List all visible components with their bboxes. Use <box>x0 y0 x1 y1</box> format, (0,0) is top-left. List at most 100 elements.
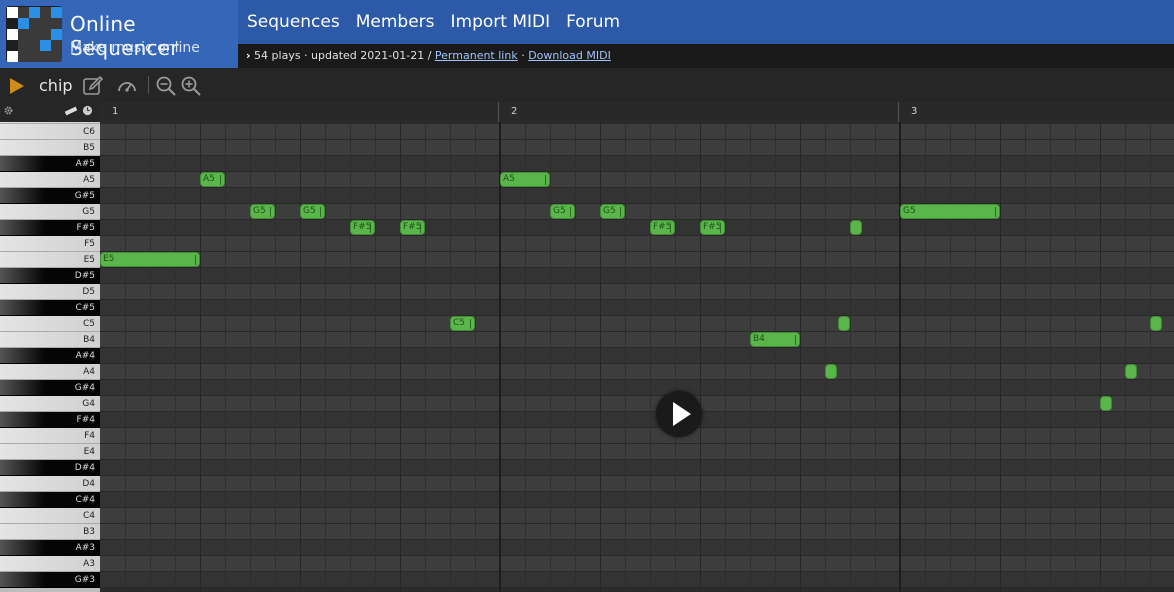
grid-row[interactable] <box>100 412 1174 428</box>
nav-members[interactable]: Members <box>356 12 435 36</box>
grid-row[interactable] <box>100 252 1174 268</box>
grid-row[interactable] <box>100 396 1174 412</box>
note-resize-handle[interactable] <box>545 175 546 185</box>
piano-key-a4[interactable]: A4 <box>0 364 100 380</box>
grid-row[interactable] <box>100 476 1174 492</box>
brand-box[interactable]: Online Sequencer Make music online <box>0 0 238 68</box>
note-block[interactable]: C5 <box>450 316 475 331</box>
piano-key-partial[interactable] <box>0 122 100 124</box>
nav-forum[interactable]: Forum <box>566 12 620 36</box>
piano-key-f-sharp5[interactable]: F#5 <box>0 220 100 236</box>
piano-roll-grid[interactable]: E5 A5 G5 G5 F#5 F#5 C5 A5 G5 G5 F#5 F#5 B4 G5 <box>100 122 1174 592</box>
note-resize-handle[interactable] <box>720 223 721 233</box>
note-resize-handle[interactable] <box>795 335 796 345</box>
play-overlay-button[interactable] <box>656 391 702 437</box>
piano-keyboard[interactable]: C6 B5 A#5 A5 G#5 G5 F#5 F5 E5 D#5 D5 C#5 C5 B4 A#4 A4 G#… <box>0 122 100 592</box>
note-resize-handle[interactable] <box>420 223 421 233</box>
note-block[interactable] <box>825 364 837 379</box>
ruler-icon[interactable] <box>64 106 78 116</box>
grid-row[interactable] <box>100 364 1174 380</box>
piano-key-e5[interactable]: E5 <box>0 252 100 268</box>
logo-icon[interactable] <box>6 6 62 62</box>
gear-icon[interactable] <box>3 105 14 116</box>
note-block[interactable] <box>1125 364 1137 379</box>
instrument-name[interactable]: chip <box>39 76 73 95</box>
edit-icon[interactable] <box>82 75 104 97</box>
piano-key-f-sharp4[interactable]: F#4 <box>0 412 100 428</box>
grid-row[interactable] <box>100 220 1174 236</box>
note-resize-handle[interactable] <box>220 175 221 185</box>
piano-key-c5[interactable]: C5 <box>0 316 100 332</box>
grid-row[interactable] <box>100 188 1174 204</box>
note-block[interactable]: F#5 <box>700 220 725 235</box>
piano-key-g-sharp3[interactable]: G#3 <box>0 572 100 588</box>
note-block[interactable] <box>837 316 850 331</box>
note-resize-handle[interactable] <box>320 207 321 217</box>
note-block[interactable]: G5 <box>900 204 1000 219</box>
note-block[interactable]: G5 <box>600 204 625 219</box>
note-block[interactable]: G5 <box>250 204 275 219</box>
piano-key-f5[interactable]: F5 <box>0 236 100 252</box>
piano-key-c-sharp4[interactable]: C#4 <box>0 492 100 508</box>
clock-icon[interactable] <box>82 105 93 116</box>
piano-key-b4[interactable]: B4 <box>0 332 100 348</box>
grid-row[interactable] <box>100 332 1174 348</box>
note-resize-handle[interactable] <box>620 207 621 217</box>
note-block[interactable]: E5 <box>100 252 200 267</box>
piano-key-d5[interactable]: D5 <box>0 284 100 300</box>
grid-row[interactable] <box>100 492 1174 508</box>
note-resize-handle[interactable] <box>570 207 571 217</box>
piano-key-c4[interactable]: C4 <box>0 508 100 524</box>
grid-row[interactable] <box>100 300 1174 316</box>
grid-row[interactable] <box>100 268 1174 284</box>
download-midi-link[interactable]: Download MIDI <box>528 49 611 62</box>
note-block[interactable]: B4 <box>750 332 800 347</box>
grid-row[interactable] <box>100 556 1174 572</box>
zoom-in-icon[interactable] <box>180 75 202 97</box>
nav-sequences[interactable]: Sequences <box>247 12 340 36</box>
play-icon[interactable] <box>10 78 24 94</box>
piano-key-g4[interactable]: G4 <box>0 396 100 412</box>
grid-row[interactable] <box>100 524 1174 540</box>
piano-key-e4[interactable]: E4 <box>0 444 100 460</box>
piano-key-d4[interactable]: D4 <box>0 476 100 492</box>
note-block[interactable]: G5 <box>550 204 575 219</box>
grid-row[interactable] <box>100 428 1174 444</box>
speedometer-icon[interactable] <box>116 75 138 97</box>
grid-row[interactable] <box>100 380 1174 396</box>
permanent-link[interactable]: Permanent link <box>435 49 518 62</box>
note-block[interactable] <box>850 220 862 235</box>
piano-key-a-sharp4[interactable]: A#4 <box>0 348 100 364</box>
piano-key-g-sharp4[interactable]: G#4 <box>0 380 100 396</box>
note-block[interactable]: G5 <box>300 204 325 219</box>
piano-key-a-sharp3[interactable]: A#3 <box>0 540 100 556</box>
grid-row[interactable] <box>100 460 1174 476</box>
grid-row[interactable] <box>100 348 1174 364</box>
note-resize-handle[interactable] <box>670 223 671 233</box>
piano-key-d-sharp5[interactable]: D#5 <box>0 268 100 284</box>
note-resize-handle[interactable] <box>270 207 271 217</box>
piano-key-c-sharp5[interactable]: C#5 <box>0 300 100 316</box>
timeline-ruler[interactable]: 1 2 3 <box>100 102 1174 122</box>
grid-row[interactable] <box>100 284 1174 300</box>
grid-row[interactable] <box>100 172 1174 188</box>
grid-row[interactable] <box>100 140 1174 156</box>
piano-key-d-sharp4[interactable]: D#4 <box>0 460 100 476</box>
piano-key-c6[interactable]: C6 <box>0 124 100 140</box>
grid-row[interactable] <box>100 508 1174 524</box>
note-resize-handle[interactable] <box>195 255 196 265</box>
piano-key-g-sharp5[interactable]: G#5 <box>0 188 100 204</box>
note-resize-handle[interactable] <box>470 319 471 329</box>
note-block[interactable]: F#5 <box>650 220 675 235</box>
piano-key-f4[interactable]: F4 <box>0 428 100 444</box>
note-resize-handle[interactable] <box>995 207 996 217</box>
note-block[interactable]: F#5 <box>400 220 425 235</box>
grid-row[interactable] <box>100 236 1174 252</box>
note-block[interactable]: A5 <box>500 172 550 187</box>
piano-key-a5[interactable]: A5 <box>0 172 100 188</box>
piano-key-g5[interactable]: G5 <box>0 204 100 220</box>
nav-import-midi[interactable]: Import MIDI <box>451 12 551 36</box>
note-block[interactable]: F#5 <box>350 220 375 235</box>
piano-key-b5[interactable]: B5 <box>0 140 100 156</box>
note-block[interactable]: A5 <box>200 172 225 187</box>
